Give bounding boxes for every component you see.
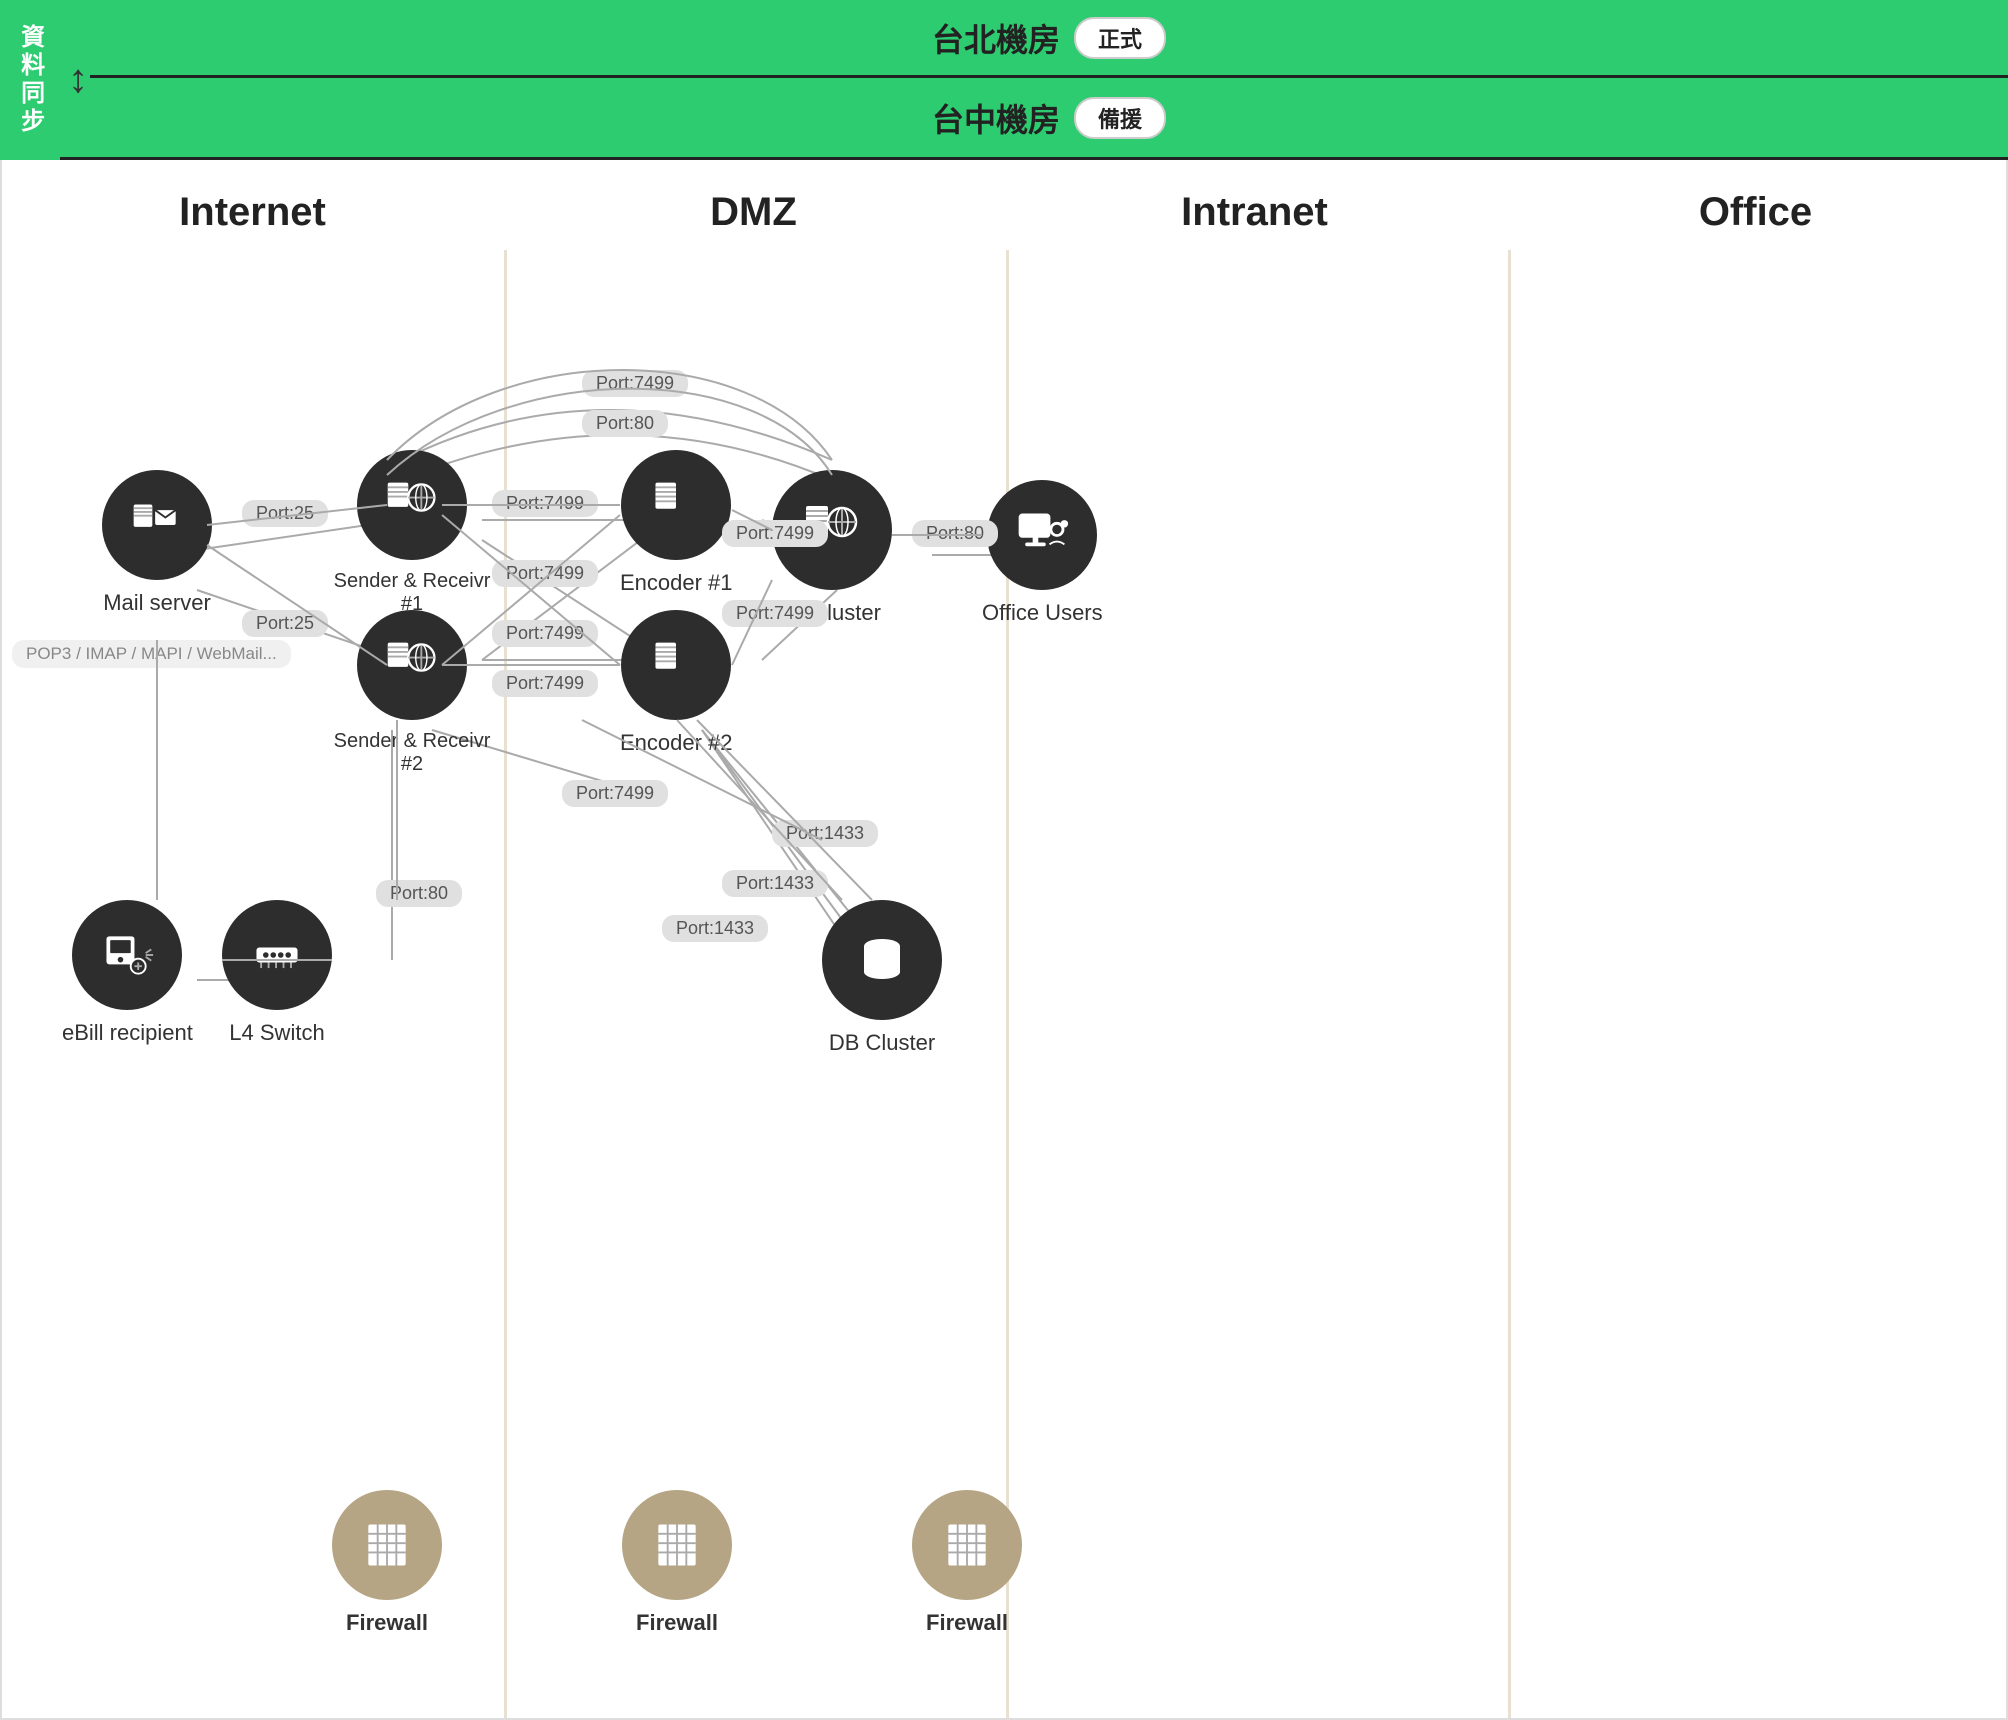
mail-server-icon (102, 470, 212, 580)
port-1433-3: Port:1433 (662, 915, 768, 942)
office-users-label: Office Users (982, 600, 1103, 626)
firewall3-node: Firewall (912, 1490, 1022, 1636)
diagram-svg (2, 160, 1152, 1460)
port-80-arc1: Port:80 (582, 410, 668, 437)
firewall1-label: Firewall (346, 1610, 428, 1636)
port-7499-s2db: Port:7499 (562, 780, 668, 807)
sender2-node: Sender & Receivr #2 (332, 610, 492, 776)
zone-dmz-header: DMZ (710, 190, 797, 234)
ebill-node: eBill recipient (62, 900, 193, 1046)
dc2-badge: 備援 (1074, 97, 1166, 139)
ebill-label: eBill recipient (62, 1020, 193, 1046)
port-1433-2: Port:1433 (722, 870, 828, 897)
sync-arrows-icon: ↕ (68, 59, 88, 99)
sender2-label: Sender & Receivr #2 (332, 730, 492, 776)
dc1-name: 台北機房 (932, 15, 1060, 61)
encoder2-node: Encoder #2 (620, 610, 733, 756)
port-7499-e1ui: Port:7499 (722, 520, 828, 547)
firewall2-label: Firewall (636, 1610, 718, 1636)
main-diagram: Internet DMZ Intranet Office (0, 160, 2008, 1720)
port-80-ui-office: Port:80 (912, 520, 998, 547)
dc2-row: 台中機房 備援 (90, 79, 2008, 157)
port-25-1: Port:25 (242, 500, 328, 527)
zone-internet-header: Internet (179, 190, 326, 234)
dc2-name: 台中機房 (932, 95, 1060, 141)
dc1-badge: 正式 (1074, 17, 1166, 59)
firewall1-node: Firewall (332, 1490, 442, 1636)
divider-3 (1508, 250, 1511, 1718)
db-cluster-node: DB Cluster (822, 900, 942, 1056)
port-7499-s1e2: Port:7499 (492, 560, 598, 587)
l4switch-node: L4 Switch (222, 900, 332, 1046)
zone-intranet-header: Intranet (1181, 190, 1328, 234)
port-25-2: Port:25 (242, 610, 328, 637)
sync-label: 資料同步 (0, 0, 60, 160)
db-cluster-label: DB Cluster (829, 1030, 935, 1056)
mail-server-sublabel: POP3 / IMAP / MAPI / WebMail... (12, 640, 291, 668)
port-7499-s2e2: Port:7499 (492, 670, 598, 697)
mail-server-node: Mail server (102, 470, 212, 616)
divider-1 (504, 250, 507, 1718)
port-80-l4: Port:80 (376, 880, 462, 907)
port-7499-arc1: Port:7499 (582, 370, 688, 397)
port-7499-e2ui: Port:7499 (722, 600, 828, 627)
firewall3-label: Firewall (926, 1610, 1008, 1636)
encoder1-node: Encoder #1 (620, 450, 733, 596)
encoder1-label: Encoder #1 (620, 570, 733, 596)
firewall2-node: Firewall (622, 1490, 732, 1636)
encoder2-label: Encoder #2 (620, 730, 733, 756)
mail-server-label: Mail server (103, 590, 211, 616)
port-1433-1: Port:1433 (772, 820, 878, 847)
office-users-node: Office Users (982, 480, 1103, 626)
port-7499-s1e1: Port:7499 (492, 490, 598, 517)
dc1-row: 台北機房 正式 (90, 0, 2008, 78)
sender1-node: Sender & Receivr #1 (332, 450, 492, 616)
l4switch-label: L4 Switch (229, 1020, 324, 1046)
port-7499-s2e1: Port:7499 (492, 620, 598, 647)
zone-office-header: Office (1699, 190, 1812, 234)
